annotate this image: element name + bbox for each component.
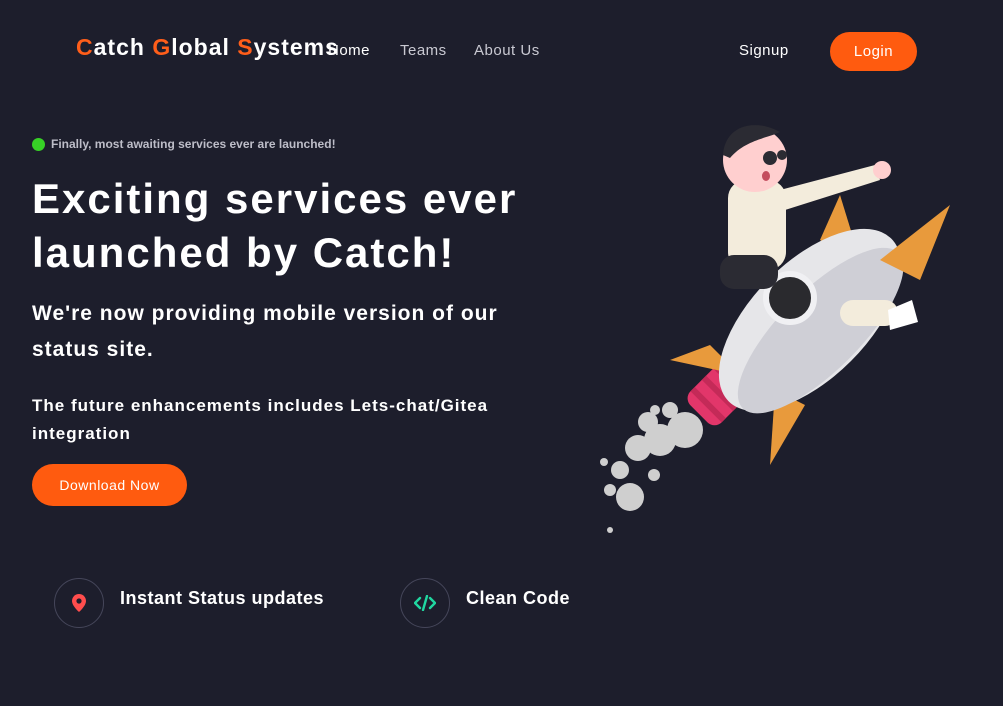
brand-initial-s: S [237,34,254,60]
navbar: Catch Global Systems Home Teams About Us… [0,0,1003,100]
launch-badge: Finally, most awaiting services ever are… [32,137,336,151]
brand-text-atch: atch [93,34,153,60]
nav-link-teams[interactable]: Teams [400,42,447,59]
brand-text-ystems: ystems [253,34,339,60]
nav-link-about-us[interactable]: About Us [474,42,540,59]
location-pin-icon [54,578,104,628]
hero-title: Exciting services ever launched by Catch… [32,175,518,276]
hero-note: The future enhancements includes Lets-ch… [32,396,489,443]
brand-initial-c: C [76,34,94,60]
login-button[interactable]: Login [830,32,917,71]
feature-clean-code: Clean Code [400,578,570,628]
brand-text-lobal: lobal [171,34,238,60]
signup-link[interactable]: Signup [739,42,789,59]
brand-logo[interactable]: Catch Global Systems [76,34,339,61]
feature-instant-status: Instant Status updates [54,578,324,628]
badge-text: Finally, most awaiting services ever are… [51,137,336,151]
nav-link-home[interactable]: Home [328,42,370,59]
hero-subtitle: We're now providing mobile version of ou… [32,302,498,361]
download-button[interactable]: Download Now [32,464,187,506]
status-dot-icon [32,137,45,151]
feature-label: Clean Code [466,588,571,608]
code-icon [400,578,450,628]
brand-initial-g: G [152,34,172,60]
feature-label: Instant Status updates [120,588,325,608]
rocket-boy-illustration [600,125,950,533]
